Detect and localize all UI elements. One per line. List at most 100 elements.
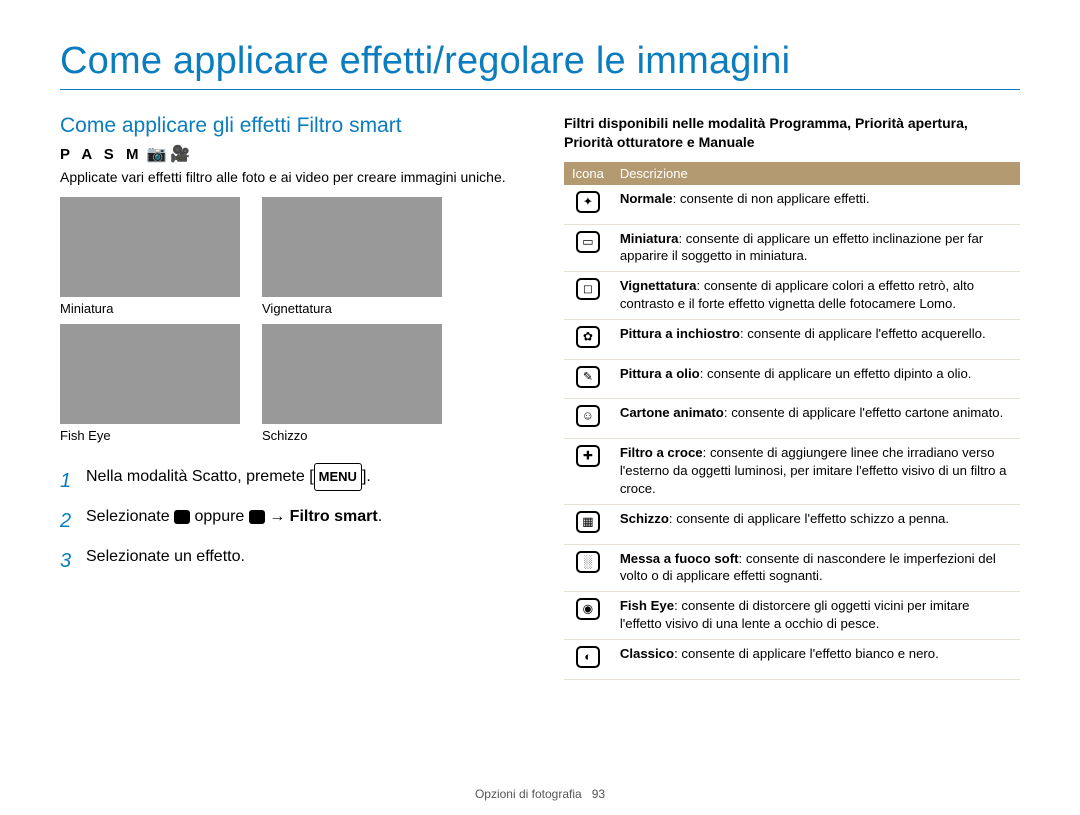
filter-name: Messa a fuoco soft [620,551,739,566]
filter-name: Miniatura [620,231,679,246]
section-title: Come applicare gli effetti Filtro smart [60,114,516,138]
filter-text: : consente di applicare l'effetto schizz… [669,511,949,526]
col-icon-header: Icona [564,162,612,185]
filter-description: Messa a fuoco soft: consente di nasconde… [612,544,1020,592]
thumb-vignettatura [262,197,442,297]
filter-icon-cell [564,544,612,592]
example-vignettatura: Vignettatura [262,197,442,316]
filter-icon [576,405,600,427]
step-number: 2 [60,501,76,541]
filter-description: Pittura a olio: consente di applicare un… [612,359,1020,399]
filter-name: Fish Eye [620,598,674,613]
video-icon: 🎥 [170,144,190,164]
filter-description: Classico: consente di applicare l'effett… [612,639,1020,679]
text: ]. [362,468,371,485]
example-miniatura: Miniatura [60,197,240,316]
caption: Vignettatura [262,301,442,316]
filter-description: Pittura a inchiostro: consente di applic… [612,319,1020,359]
filter-icon [576,646,600,668]
step-body: Nella modalità Scatto, premete [MENU]. [86,461,516,501]
example-grid: Miniatura Vignettatura Fish Eye Schizzo [60,197,516,443]
filter-icon-cell [564,359,612,399]
filter-name: Cartone animato [620,405,724,420]
bold-text: Filtro smart [290,508,378,525]
filter-icon-cell [564,639,612,679]
text: oppure [190,508,249,525]
text: Selezionate [86,508,174,525]
table-row: Pittura a inchiostro: consente di applic… [564,319,1020,359]
thumb-fisheye [60,324,240,424]
filter-icon [576,278,600,300]
left-column: Come applicare gli effetti Filtro smart … [60,114,516,680]
table-row: Filtro a croce: consente di aggiungere l… [564,439,1020,504]
page-title: Come applicare effetti/regolare le immag… [60,40,1020,90]
intro-text: Applicate vari effetti filtro alle foto … [60,168,516,187]
table-row: Schizzo: consente di applicare l'effetto… [564,504,1020,544]
right-column: Filtri disponibili nelle modalità Progra… [564,114,1020,680]
filter-name: Schizzo [620,511,669,526]
example-schizzo: Schizzo [262,324,442,443]
filter-text: : consente di applicare un effetto dipin… [700,366,972,381]
filter-icon [576,445,600,467]
filter-icon-cell [564,399,612,439]
thumb-schizzo [262,324,442,424]
filter-description: Vignettatura: consente di applicare colo… [612,272,1020,320]
text: . [378,508,382,525]
filter-name: Filtro a croce [620,445,703,460]
page-footer: Opzioni di fotografia 93 [0,787,1080,801]
filter-icon [576,366,600,388]
step-3: 3 Selezionate un effetto. [60,541,516,581]
filter-description: Fish Eye: consente di distorcere gli ogg… [612,592,1020,640]
table-row: Normale: consente di non applicare effet… [564,185,1020,224]
filter-text: : consente di non applicare effetti. [673,191,870,206]
table-row: Cartone animato: consente di applicare l… [564,399,1020,439]
filter-icon-cell [564,224,612,272]
filter-icon-cell [564,319,612,359]
text: → [265,508,290,525]
filter-name: Pittura a inchiostro [620,326,740,341]
filter-icon [576,598,600,620]
two-column-layout: Come applicare gli effetti Filtro smart … [60,114,1020,680]
steps-list: 1 Nella modalità Scatto, premete [MENU].… [60,461,516,581]
table-row: Classico: consente di applicare l'effett… [564,639,1020,679]
filter-text: : consente di applicare l'effetto carton… [724,405,1003,420]
filter-icon [576,231,600,253]
table-row: Pittura a olio: consente di applicare un… [564,359,1020,399]
filter-name: Classico [620,646,674,661]
step-body: Selezionate oppure → Filtro smart. [86,501,516,541]
table-row: Vignettatura: consente di applicare colo… [564,272,1020,320]
table-row: Fish Eye: consente di distorcere gli ogg… [564,592,1020,640]
thumb-miniatura [60,197,240,297]
filter-description: Schizzo: consente di applicare l'effetto… [612,504,1020,544]
text: Nella modalità Scatto, premete [ [86,468,314,485]
table-row: Messa a fuoco soft: consente di nasconde… [564,544,1020,592]
filter-icon [576,551,600,573]
video-mode-icon [249,510,265,524]
mode-letters: P A S M [60,146,142,163]
filter-name: Pittura a olio [620,366,700,381]
filter-icon-cell [564,272,612,320]
step-body: Selezionate un effetto. [86,541,516,581]
col-desc-header: Descrizione [612,162,1020,185]
step-number: 1 [60,461,76,501]
filter-name: Vignettatura [620,278,697,293]
filter-name: Normale [620,191,673,206]
caption: Miniatura [60,301,240,316]
example-fisheye: Fish Eye [60,324,240,443]
filter-icon-cell [564,592,612,640]
caption: Schizzo [262,428,442,443]
filter-icon-cell [564,439,612,504]
filter-text: : consente di applicare l'effetto acquer… [740,326,986,341]
filters-intro: Filtri disponibili nelle modalità Progra… [564,114,1020,152]
filters-tbody: Normale: consente di non applicare effet… [564,185,1020,679]
filter-text: : consente di applicare l'effetto bianco… [674,646,939,661]
filter-description: Cartone animato: consente di applicare l… [612,399,1020,439]
caption: Fish Eye [60,428,240,443]
filter-icon-cell [564,185,612,224]
footer-page: 93 [592,787,605,801]
filters-table: Icona Descrizione Normale: consente di n… [564,162,1020,680]
camera-mode-icon [174,510,190,524]
filter-icon [576,326,600,348]
footer-section: Opzioni di fotografia [475,787,582,801]
filter-icon-cell [564,504,612,544]
